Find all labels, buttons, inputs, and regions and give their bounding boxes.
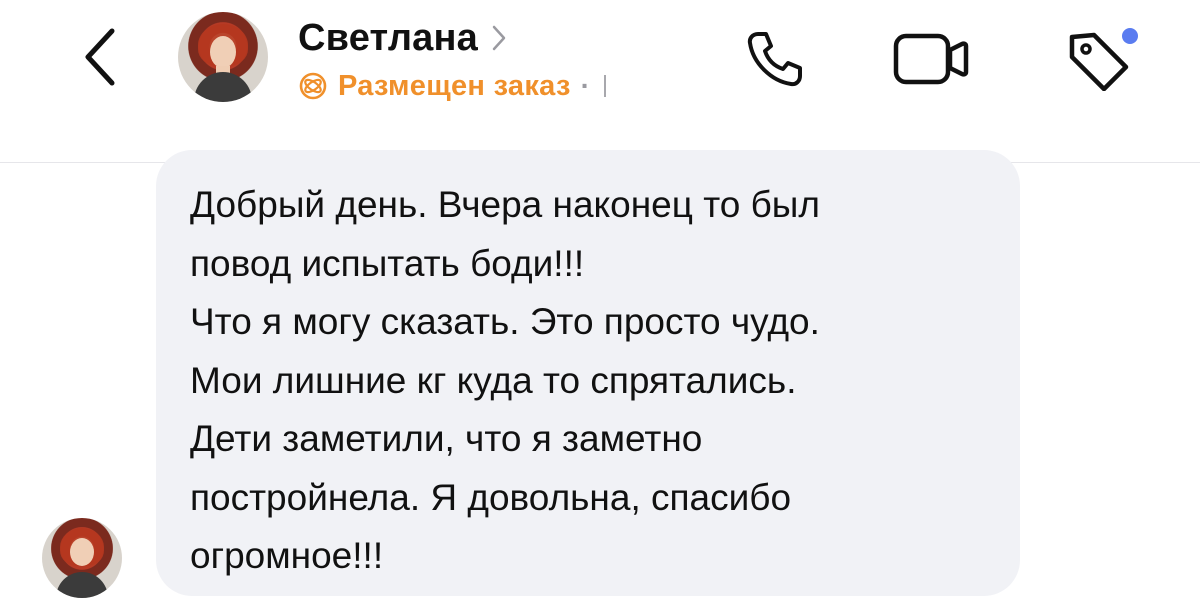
message-line: Дети заметили, что я заметно (190, 418, 703, 459)
message-line: постройнела. Я довольна, спасибо (190, 476, 792, 518)
message-line: Мои лишние кг куда то спрятались. (190, 359, 797, 401)
tag-button[interactable] (1054, 20, 1144, 96)
video-call-icon (893, 33, 969, 85)
call-button[interactable] (740, 24, 810, 94)
status-text: Размещен заказ (338, 69, 571, 102)
contact-avatar[interactable] (178, 12, 268, 102)
video-call-button[interactable] (890, 24, 974, 94)
contact-name-link[interactable]: Светлана (298, 16, 506, 60)
phone-icon (747, 32, 802, 87)
chevron-left-icon (85, 28, 115, 86)
sender-avatar[interactable] (42, 518, 122, 598)
message-text: Добрый день. Вчера наконец то был повод … (190, 176, 1000, 586)
chevron-right-icon (492, 25, 506, 51)
message-line: Добрый день. Вчера наконец то был (190, 184, 820, 225)
chat-header: Светлана Размещен заказ · (0, 0, 1200, 163)
truncated-text-indicator (604, 75, 606, 97)
status-separator: · (580, 70, 590, 101)
message-line: повод испытать боди!!! (190, 242, 585, 284)
notification-dot (1122, 28, 1138, 44)
order-status[interactable]: Размещен заказ · (298, 66, 606, 106)
back-button[interactable] (72, 22, 128, 92)
order-icon (299, 72, 327, 100)
message-line: огромное!!! (190, 535, 384, 576)
contact-name: Светлана (298, 16, 479, 59)
message-line: Что я могу сказать. Это просто чудо. (190, 301, 820, 342)
